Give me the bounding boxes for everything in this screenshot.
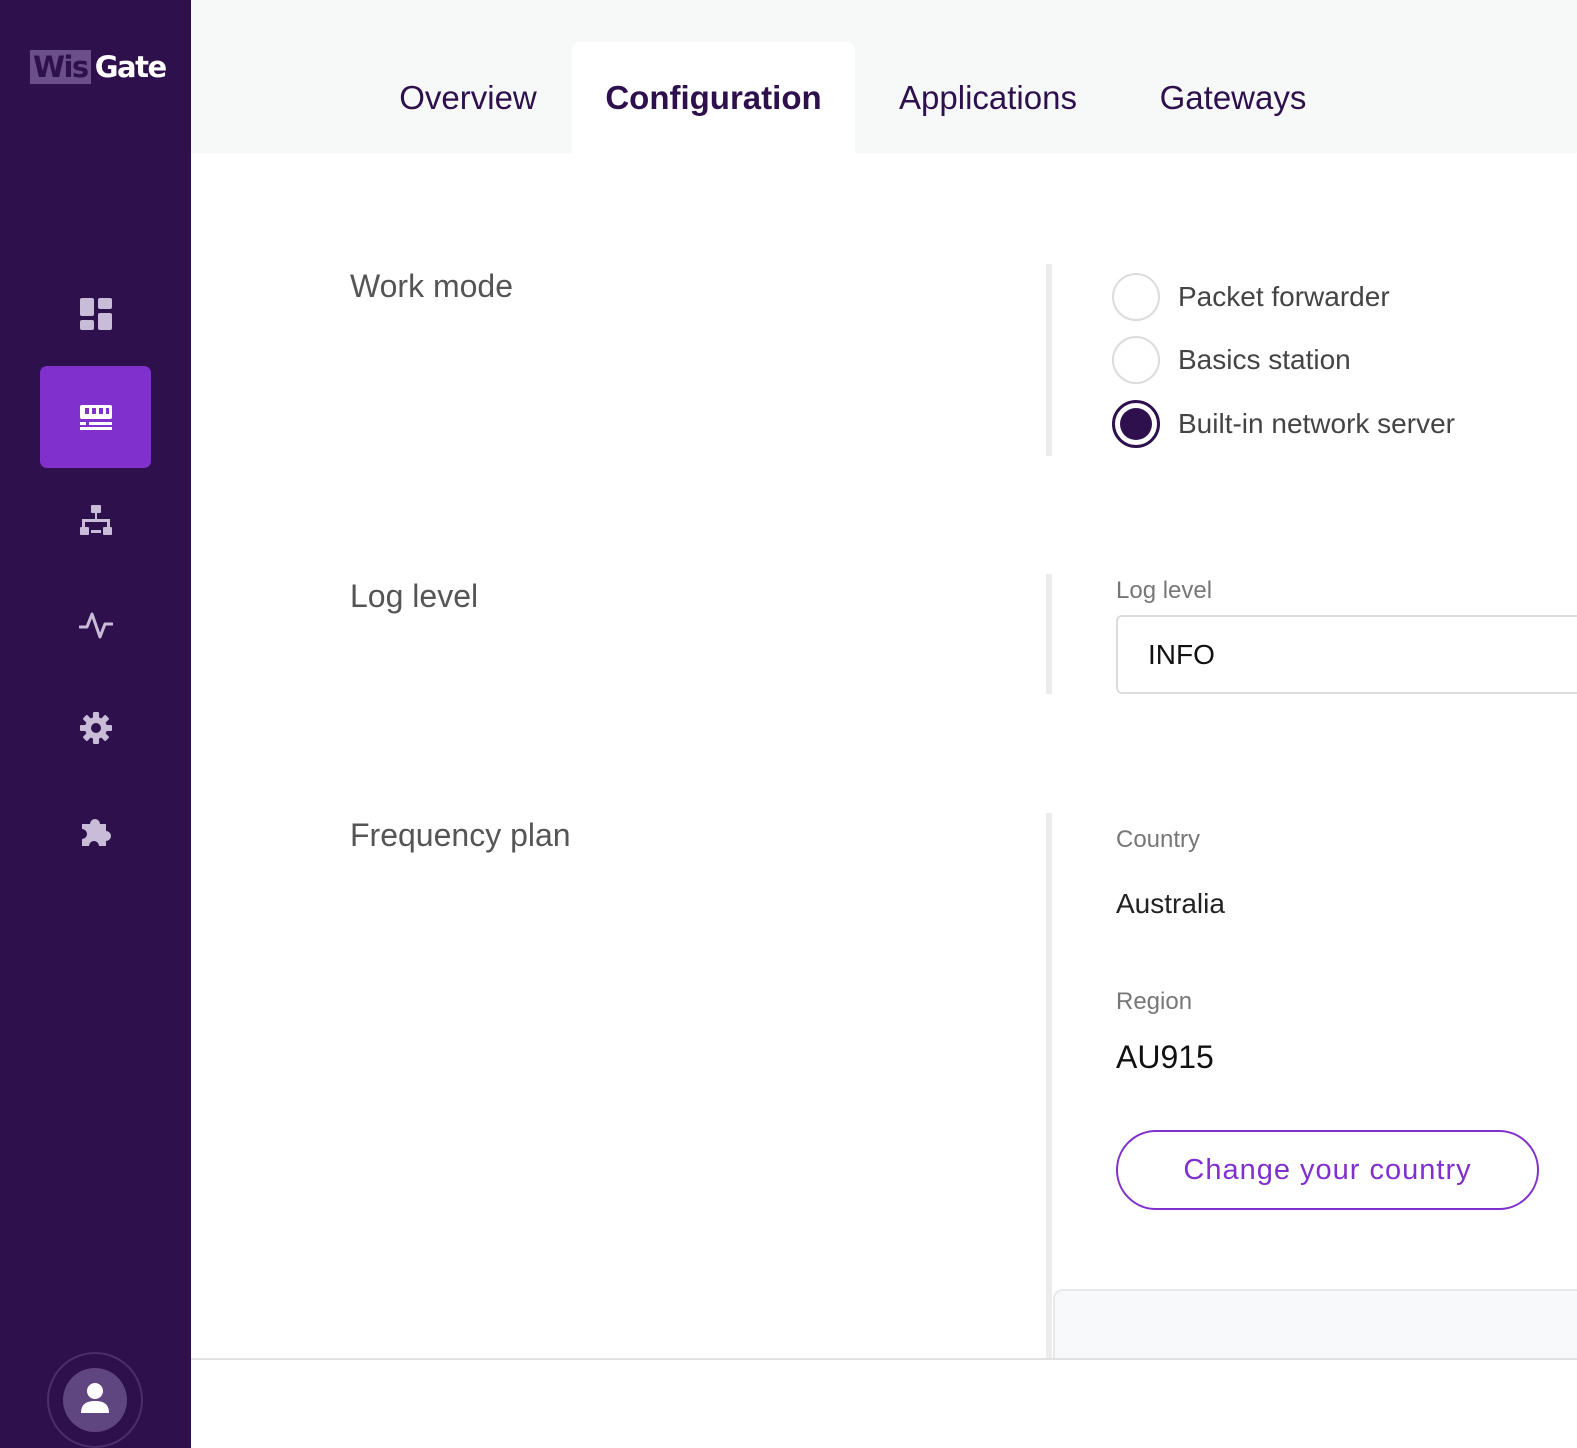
avatar[interactable] (63, 1368, 127, 1432)
radio-label: Packet forwarder (1178, 281, 1390, 312)
frequency-plan-divider (1046, 813, 1052, 1363)
settings-panel (1053, 1289, 1577, 1369)
radio-button[interactable] (1112, 273, 1160, 321)
log-level-divider (1046, 574, 1052, 694)
country-label: Country (1116, 826, 1201, 853)
network-icon (79, 504, 113, 538)
sidebar-item-network[interactable] (40, 470, 151, 572)
tab-applications[interactable]: Applications (881, 42, 1095, 153)
region-label: Region (1116, 988, 1193, 1015)
radio-button[interactable] (1112, 336, 1160, 384)
tab-bar: Overview Configuration Applications Gate… (191, 0, 1577, 153)
log-level-field-label: Log level (1116, 577, 1213, 604)
sidebar-item-settings[interactable] (40, 677, 151, 779)
activity-icon (78, 610, 113, 640)
radio-button-selected[interactable] (1112, 400, 1160, 448)
frequency-plan-title: Frequency plan (350, 817, 571, 853)
user-icon (80, 1382, 110, 1419)
radio-basics-station[interactable]: Basics station (1112, 336, 1351, 384)
wisgate-logo: Wis Gate (30, 50, 167, 84)
logo-wis: Wis (30, 50, 91, 84)
tab-gateways[interactable]: Gateways (1146, 42, 1320, 153)
footer (191, 1360, 1577, 1448)
logo-gate: Gate (94, 50, 167, 84)
radio-label: Basics station (1178, 344, 1351, 375)
tab-overview[interactable]: Overview (365, 42, 571, 153)
country-value: Australia (1116, 888, 1225, 919)
radio-dot (1120, 408, 1152, 440)
sidebar-item-activity[interactable] (40, 574, 151, 676)
sidebar-item-extensions[interactable] (40, 781, 151, 883)
radio-built-in-network-server[interactable]: Built-in network server (1112, 400, 1455, 448)
user-menu (47, 1352, 143, 1448)
tab-configuration[interactable]: Configuration (572, 42, 855, 153)
work-mode-divider (1046, 264, 1052, 456)
puzzle-icon (79, 815, 113, 849)
log-level-value: INFO (1148, 638, 1215, 670)
log-level-title: Log level (350, 578, 479, 614)
radio-label: Built-in network server (1178, 408, 1455, 439)
log-level-select[interactable]: INFO (1116, 615, 1577, 694)
sidebar-item-dashboard[interactable] (40, 263, 151, 365)
dashboard-icon (79, 297, 113, 331)
sidebar-item-gateway[interactable] (40, 366, 151, 468)
region-value: AU915 (1116, 1039, 1214, 1075)
gateway-icon (79, 403, 113, 431)
sidebar: Wis Gate (0, 0, 191, 1448)
gear-icon (79, 711, 113, 745)
change-country-button[interactable]: Change your country (1116, 1130, 1539, 1210)
work-mode-title: Work mode (350, 268, 514, 304)
radio-packet-forwarder[interactable]: Packet forwarder (1112, 273, 1390, 321)
